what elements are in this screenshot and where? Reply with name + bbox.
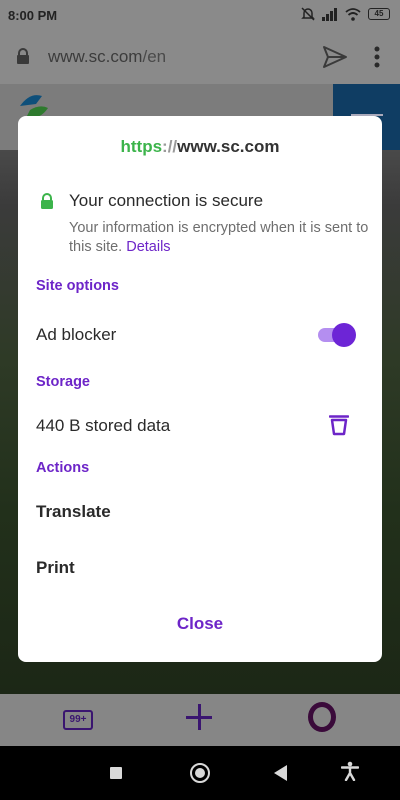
stored-data-label: 440 B stored data (36, 416, 171, 435)
url-separator: :// (162, 137, 178, 156)
translate-action[interactable]: Translate (36, 502, 111, 522)
signal-icon (322, 7, 337, 21)
status-bar: 8:00 PM 45 (0, 0, 400, 30)
back-icon[interactable] (274, 765, 287, 781)
connection-secure-description: Your information is encrypted when it is… (69, 219, 369, 257)
url-host-title: www.sc.com (177, 137, 280, 156)
ad-blocker-label: Ad blocker (36, 325, 117, 344)
new-tab-plus-icon[interactable] (186, 704, 212, 730)
connection-secure-heading: Your connection is secure (69, 191, 264, 210)
more-vert-icon[interactable] (374, 46, 380, 68)
lock-icon[interactable] (16, 48, 30, 65)
url-host: www.sc.com (48, 47, 143, 66)
url-scheme: https (120, 137, 163, 156)
battery-icon: 45 (368, 8, 390, 20)
url-field[interactable]: www.sc.com/en (48, 47, 166, 67)
browser-bottom-bar: 99+ (0, 694, 400, 746)
trash-icon[interactable] (329, 414, 349, 436)
secure-description-text: Your information is encrypted when it is… (69, 220, 369, 255)
status-time: 8:00 PM (8, 8, 58, 23)
home-icon[interactable] (190, 763, 210, 783)
mute-icon (301, 7, 315, 21)
print-action[interactable]: Print (36, 558, 75, 578)
recents-icon[interactable] (110, 767, 122, 779)
lock-icon (41, 193, 53, 209)
actions-heading: Actions (36, 460, 90, 476)
site-info-dialog: https://www.sc.com Your connection is se… (18, 116, 382, 662)
ad-blocker-toggle[interactable] (318, 323, 356, 347)
system-nav-bar (0, 746, 400, 800)
storage-heading: Storage (36, 374, 90, 390)
details-link[interactable]: Details (126, 239, 170, 255)
browser-address-bar: www.sc.com/en (0, 30, 400, 84)
tab-counter-button[interactable]: 99+ (63, 710, 93, 730)
accessibility-icon[interactable] (341, 761, 359, 781)
wifi-icon (345, 7, 361, 21)
dialog-title: https://www.sc.com (18, 137, 382, 157)
toggle-knob (332, 323, 356, 347)
status-icons: 45 (301, 7, 390, 21)
opera-menu-icon[interactable] (308, 702, 336, 732)
url-path: /en (142, 47, 167, 66)
send-icon[interactable] (322, 45, 348, 69)
site-options-heading: Site options (36, 278, 119, 294)
close-button[interactable]: Close (18, 614, 382, 634)
